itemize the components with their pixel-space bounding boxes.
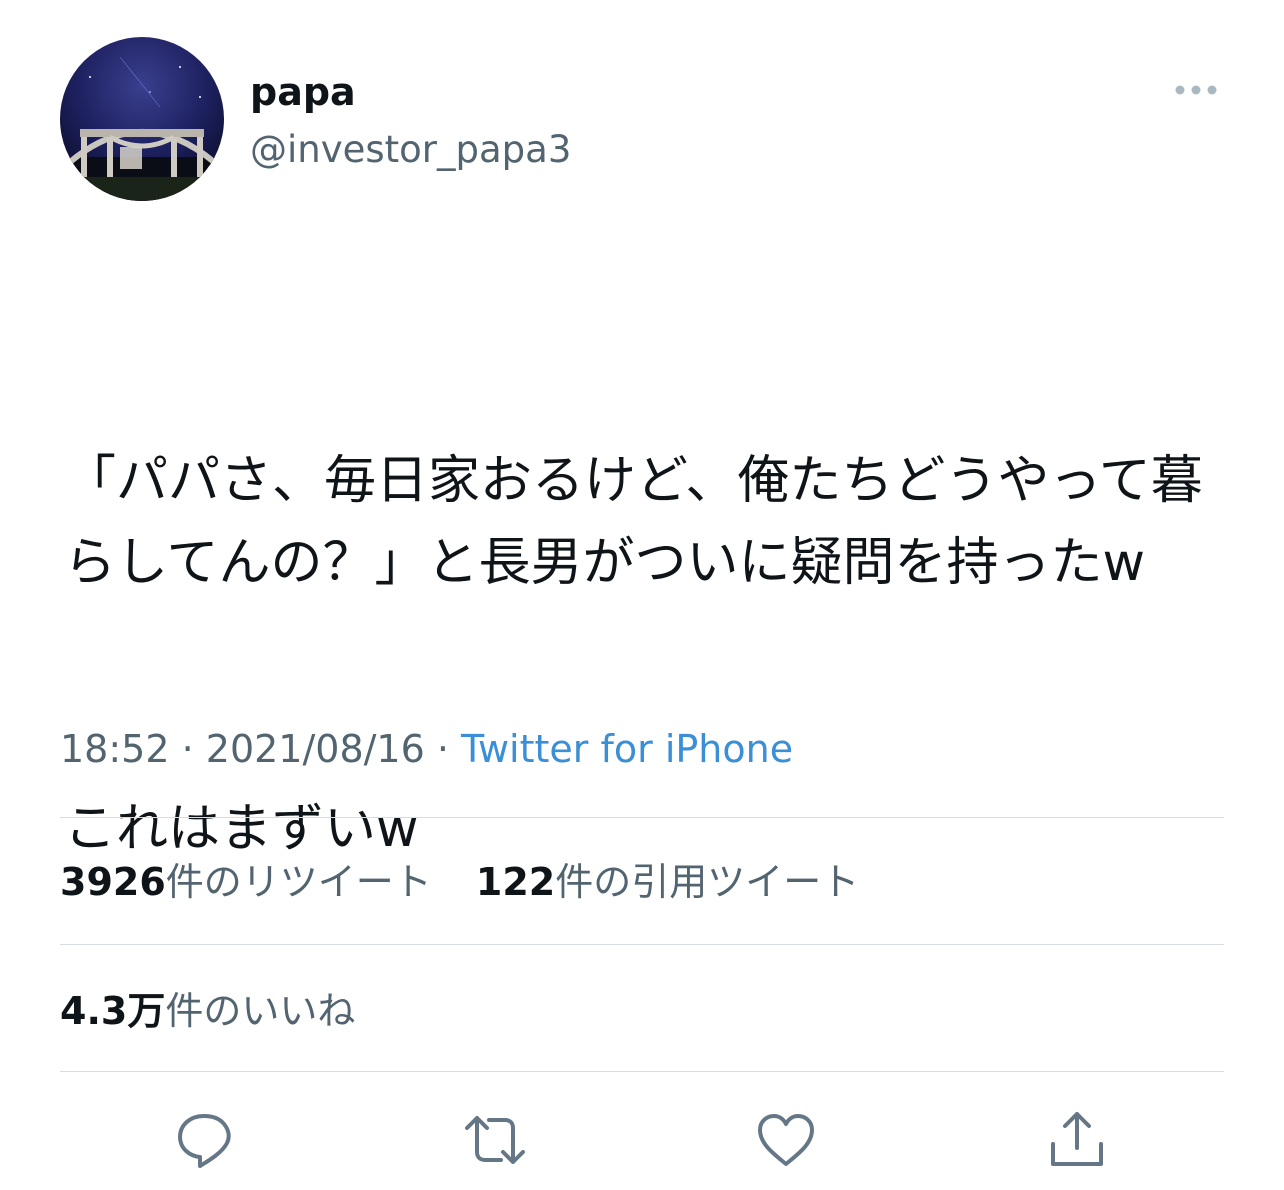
like-icon[interactable] — [754, 1108, 818, 1172]
reply-icon[interactable] — [172, 1108, 236, 1172]
retweets-label: 件のリツイート — [165, 860, 432, 904]
share-icon[interactable] — [1045, 1108, 1109, 1172]
meta-separator: · — [424, 727, 462, 771]
meta-separator: · — [169, 727, 206, 771]
tweet-actions-bar — [0, 1108, 1284, 1172]
likes-count: 4.3万 — [60, 989, 166, 1033]
tweet-date[interactable]: 2021/08/16 — [206, 727, 425, 771]
tweet-metadata: 18:52 · 2021/08/16 · Twitter for iPhone — [60, 722, 793, 776]
retweets-stat[interactable]: 3926件のリツイート — [60, 856, 432, 908]
tweet-text: 「パパさ、毎日家おるけど、俺たちどうやって暮らしてんの？」と長男がついに疑問を持… — [64, 276, 1224, 952]
retweet-quote-stats: 3926件のリツイート 122件の引用ツイート — [60, 856, 859, 908]
divider — [60, 817, 1224, 818]
avatar-image — [60, 37, 224, 201]
tweet-paragraph-1: 「パパさ、毎日家おるけど、俺たちどうやって暮らしてんの？」と長男がついに疑問を持… — [64, 451, 1203, 593]
avatar[interactable] — [60, 37, 224, 201]
divider — [60, 1071, 1224, 1072]
display-name[interactable]: papa — [250, 68, 356, 116]
retweet-icon[interactable] — [463, 1108, 527, 1172]
quotes-count: 122 — [475, 860, 556, 904]
quotes-label: 件の引用ツイート — [555, 860, 860, 904]
likes-stats: 4.3万件のいいね — [60, 985, 355, 1037]
divider — [60, 944, 1224, 945]
likes-label: 件のいいね — [165, 989, 356, 1033]
tweet-time[interactable]: 18:52 — [60, 727, 170, 771]
likes-stat[interactable]: 4.3万件のいいね — [60, 985, 355, 1037]
retweets-count: 3926 — [60, 860, 166, 904]
tweet-source-link[interactable]: Twitter for iPhone — [461, 727, 793, 771]
more-options-icon[interactable] — [1172, 80, 1220, 100]
user-handle[interactable]: @investor_papa3 — [250, 126, 571, 174]
quotes-stat[interactable]: 122件の引用ツイート — [476, 856, 859, 908]
